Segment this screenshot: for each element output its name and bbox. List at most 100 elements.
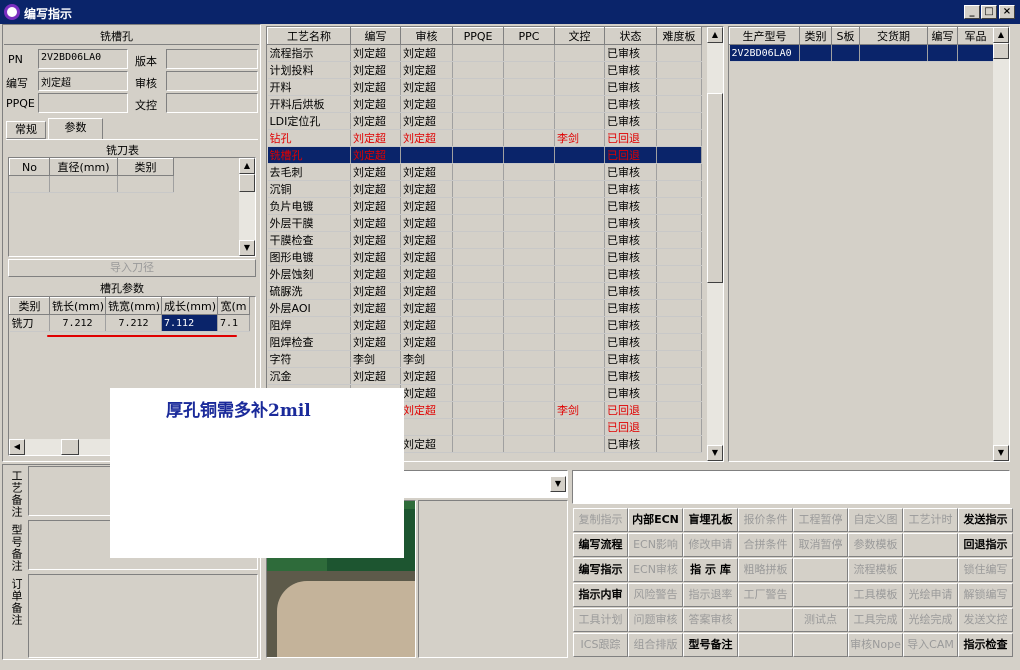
action-button[interactable]: 参数模板 (848, 533, 903, 557)
action-button[interactable]: 取消暂停 (793, 533, 848, 557)
process-cell-difficulty[interactable] (656, 78, 702, 96)
header-s-board[interactable]: S板 (831, 27, 860, 45)
action-button[interactable] (903, 533, 958, 557)
action-button[interactable]: 报价条件 (738, 508, 793, 532)
process-row[interactable]: 开料 刘定超 刘定超 已审核 (267, 78, 702, 96)
process-cell-doc[interactable]: 李剑 (554, 129, 605, 147)
process-row[interactable]: 去毛刺 刘定超 刘定超 已审核 (267, 163, 702, 181)
process-cell-ppc[interactable] (503, 44, 555, 62)
process-row[interactable]: 硫脲洗 刘定超 刘定超 已审核 (267, 282, 702, 300)
chevron-down-icon[interactable]: ▼ (550, 476, 566, 492)
process-cell-name[interactable]: 图形电镀 (267, 248, 351, 266)
action-button[interactable]: 指 示 库 (683, 558, 738, 582)
process-cell-difficulty[interactable] (656, 44, 702, 62)
process-cell-writer[interactable]: 刘定超 (350, 214, 401, 232)
process-cell-ppc[interactable] (503, 384, 555, 402)
action-button[interactable]: 指示退率 (683, 583, 738, 607)
product-cell[interactable] (831, 44, 860, 62)
process-cell-review[interactable]: 刘定超 (400, 95, 453, 113)
process-cell-review[interactable] (400, 146, 453, 164)
cutter-cell[interactable] (49, 175, 118, 193)
process-cell-review[interactable]: 刘定超 (400, 384, 453, 402)
scroll-thumb[interactable] (993, 43, 1009, 59)
process-cell-review[interactable]: 李剑 (400, 350, 453, 368)
process-cell-difficulty[interactable] (656, 401, 702, 419)
process-cell-ppc[interactable] (503, 248, 555, 266)
process-cell-writer[interactable]: 刘定超 (350, 163, 401, 181)
scroll-thumb[interactable] (61, 439, 79, 455)
process-cell-doc[interactable] (554, 231, 605, 249)
process-cell-difficulty[interactable] (656, 146, 702, 164)
process-cell-doc[interactable] (554, 248, 605, 266)
action-button[interactable]: 工具完成 (848, 608, 903, 632)
process-cell-ppqe[interactable] (452, 44, 504, 62)
version-field[interactable] (166, 49, 258, 69)
process-cell-name[interactable]: 阻焊检查 (267, 333, 351, 351)
process-row[interactable]: 外层AOI 刘定超 刘定超 已审核 (267, 299, 702, 317)
process-cell-doc[interactable] (554, 299, 605, 317)
process-cell-ppqe[interactable] (452, 163, 504, 181)
process-cell-status[interactable]: 已审核 (604, 197, 657, 215)
scroll-up-icon[interactable]: ▲ (707, 27, 723, 43)
process-cell-status[interactable]: 已审核 (604, 299, 657, 317)
process-cell-ppc[interactable] (503, 316, 555, 334)
process-cell-writer[interactable]: 刘定超 (350, 44, 401, 62)
process-cell-ppqe[interactable] (452, 418, 504, 436)
process-cell-ppc[interactable] (503, 265, 555, 283)
process-cell-writer[interactable]: 刘定超 (350, 282, 401, 300)
action-button[interactable]: 流程模板 (848, 558, 903, 582)
cutter-header-type[interactable]: 类别 (117, 158, 174, 176)
action-button[interactable]: ECN审核 (628, 558, 683, 582)
slot-header-length[interactable]: 铣长(mm) (49, 297, 106, 315)
process-cell-writer[interactable]: 刘定超 (350, 197, 401, 215)
process-cell-difficulty[interactable] (656, 367, 702, 385)
process-cell-difficulty[interactable] (656, 299, 702, 317)
process-cell-writer[interactable]: 刘定超 (350, 78, 401, 96)
process-cell-name[interactable]: 外层AOI (267, 299, 351, 317)
process-cell-status[interactable]: 已审核 (604, 95, 657, 113)
scroll-thumb[interactable] (239, 174, 255, 192)
process-cell-doc[interactable] (554, 367, 605, 385)
process-cell-doc[interactable] (554, 95, 605, 113)
process-cell-status[interactable]: 已审核 (604, 163, 657, 181)
slot-header-width[interactable]: 铣宽(mm) (105, 297, 162, 315)
process-cell-ppqe[interactable] (452, 197, 504, 215)
process-cell-doc[interactable] (554, 214, 605, 232)
process-cell-writer[interactable]: 李剑 (350, 350, 401, 368)
process-cell-writer[interactable]: 刘定超 (350, 146, 401, 164)
process-row[interactable]: 阻焊检查 刘定超 刘定超 已审核 (267, 333, 702, 351)
process-cell-status[interactable]: 已审核 (604, 112, 657, 130)
process-cell-writer[interactable]: 刘定超 (350, 367, 401, 385)
maximize-button[interactable]: □ (981, 5, 997, 19)
process-cell-review[interactable]: 刘定超 (400, 282, 453, 300)
process-cell-ppqe[interactable] (452, 401, 504, 419)
slot-header-w[interactable]: 宽(m (217, 297, 250, 315)
process-cell-review[interactable]: 刘定超 (400, 180, 453, 198)
process-row[interactable]: 阻焊 刘定超 刘定超 已审核 (267, 316, 702, 334)
process-cell-difficulty[interactable] (656, 95, 702, 113)
process-cell-name[interactable]: 字符 (267, 350, 351, 368)
tab-params[interactable]: 参数 (48, 118, 103, 139)
process-row[interactable]: 沉铜 刘定超 刘定超 已审核 (267, 180, 702, 198)
process-cell-review[interactable]: 刘定超 (400, 367, 453, 385)
action-button[interactable]: 自定义图 (848, 508, 903, 532)
action-button[interactable]: 工厂警告 (738, 583, 793, 607)
process-cell-status[interactable]: 已审核 (604, 61, 657, 79)
process-row[interactable]: 流程指示 刘定超 刘定超 已审核 (267, 44, 702, 62)
action-button[interactable]: 锁住编写 (958, 558, 1013, 582)
action-button[interactable]: 发送文控 (958, 608, 1013, 632)
process-cell-ppc[interactable] (503, 112, 555, 130)
process-cell-review[interactable]: 刘定超 (400, 112, 453, 130)
process-cell-status[interactable]: 已回退 (604, 146, 657, 164)
process-cell-doc[interactable] (554, 333, 605, 351)
action-button[interactable]: 光绘完成 (903, 608, 958, 632)
process-row[interactable]: 图形电镀 刘定超 刘定超 已审核 (267, 248, 702, 266)
process-cell-status[interactable]: 已回退 (604, 401, 657, 419)
process-cell-ppc[interactable] (503, 95, 555, 113)
process-cell-writer[interactable]: 刘定超 (350, 61, 401, 79)
process-cell-doc[interactable] (554, 61, 605, 79)
process-cell-ppqe[interactable] (452, 129, 504, 147)
message-input[interactable] (572, 470, 1010, 504)
product-cell[interactable] (799, 44, 832, 62)
action-button[interactable]: 粗略拼板 (738, 558, 793, 582)
